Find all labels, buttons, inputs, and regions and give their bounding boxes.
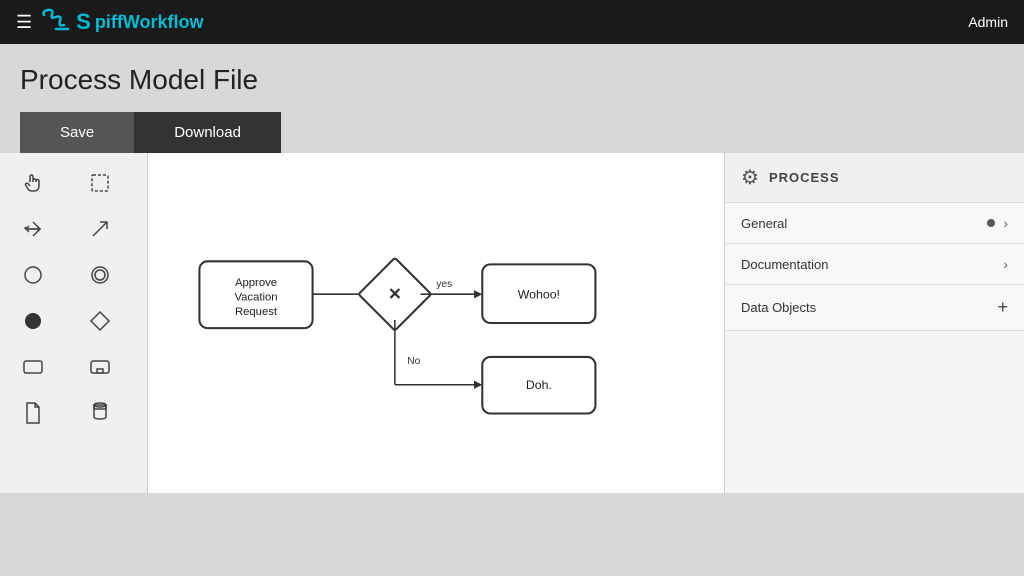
tool-diamond[interactable] [77, 301, 123, 341]
chevron-right-icon: › [1003, 215, 1008, 231]
brand-s-letter: S [76, 9, 91, 35]
spiff-logo-icon [40, 7, 72, 37]
properties-section-data-objects[interactable]: Data Objects + [725, 285, 1024, 331]
properties-section-documentation[interactable]: Documentation › [725, 244, 1024, 285]
properties-panel: ⚙ PROCESS General › Documentation › Data… [724, 153, 1024, 493]
documentation-label: Documentation [741, 257, 828, 272]
navbar-brand: ☰ S piffWorkflow [16, 7, 203, 37]
tool-filled-circle[interactable] [10, 301, 56, 341]
svg-text:Vacation: Vacation [234, 291, 277, 303]
properties-title: PROCESS [769, 170, 840, 185]
save-button[interactable]: Save [20, 112, 134, 153]
brand-wrapper: S piffWorkflow [40, 7, 203, 37]
filled-dot-icon [987, 219, 995, 227]
hamburger-icon[interactable]: ☰ [16, 12, 32, 33]
tools-panel [0, 153, 148, 493]
properties-section-general[interactable]: General › [725, 203, 1024, 244]
gear-icon: ⚙ [741, 165, 759, 190]
tool-connect[interactable] [77, 209, 123, 249]
documentation-controls: › [1003, 256, 1008, 272]
admin-label: Admin [968, 14, 1008, 30]
editor-area: Approve Vacation Request ✕ yes No Wohoo! [0, 153, 1024, 493]
brand-text: piffWorkflow [95, 12, 204, 33]
canvas-area[interactable]: Approve Vacation Request ✕ yes No Wohoo! [148, 153, 724, 493]
tool-hand[interactable] [10, 163, 56, 203]
plus-icon[interactable]: + [997, 297, 1008, 318]
svg-text:yes: yes [436, 279, 452, 290]
svg-text:Request: Request [235, 306, 278, 318]
tool-subprocess[interactable] [77, 347, 123, 387]
svg-text:Doh.: Doh. [526, 378, 552, 392]
svg-text:Approve: Approve [235, 277, 277, 289]
svg-text:No: No [407, 356, 420, 367]
tool-data-object[interactable] [10, 393, 56, 433]
svg-text:✕: ✕ [388, 285, 402, 303]
bpmn-diagram: Approve Vacation Request ✕ yes No Wohoo! [148, 153, 724, 493]
data-objects-label: Data Objects [741, 300, 816, 315]
general-controls: › [987, 215, 1008, 231]
tool-rectangle[interactable] [10, 347, 56, 387]
tool-move[interactable] [10, 209, 56, 249]
tool-data-store[interactable] [77, 393, 123, 433]
tool-double-circle[interactable] [77, 255, 123, 295]
download-button[interactable]: Download [134, 112, 281, 153]
page-title: Process Model File [20, 64, 1004, 96]
tool-marquee[interactable] [77, 163, 123, 203]
svg-text:Wohoo!: Wohoo! [518, 287, 560, 301]
data-objects-controls: + [997, 297, 1008, 318]
page-content: Process Model File Save Download [0, 44, 1024, 153]
properties-header: ⚙ PROCESS [725, 153, 1024, 203]
brand-logo: S piffWorkflow [40, 7, 203, 37]
toolbar: Save Download [20, 112, 1004, 153]
navbar: ☰ S piffWorkflow Admin [0, 0, 1024, 44]
tool-circle[interactable] [10, 255, 56, 295]
chevron-right-icon: › [1003, 256, 1008, 272]
general-label: General [741, 216, 787, 231]
